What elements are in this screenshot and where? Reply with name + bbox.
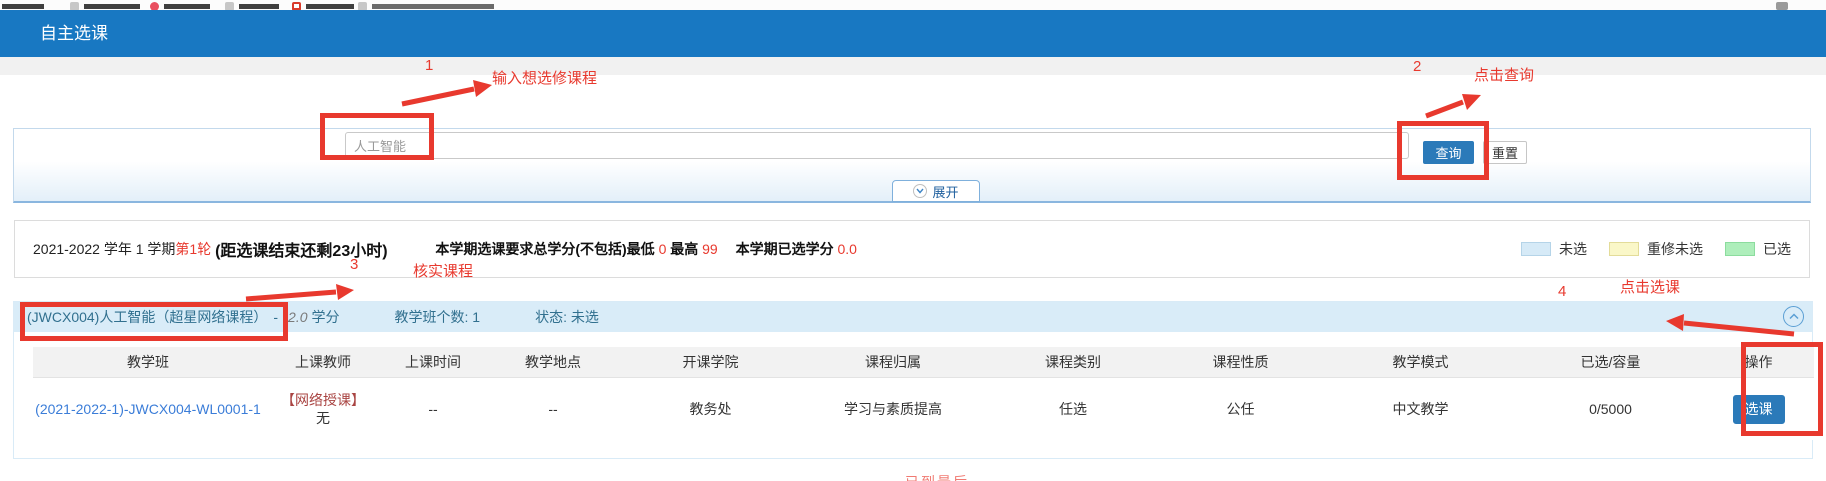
browser-bookmarks-bar xyxy=(0,0,1826,10)
class-code-link[interactable]: (2021-2022-1)-JWCX004-WL0001-1 xyxy=(35,401,261,417)
semester-round: 第1轮 xyxy=(175,241,211,257)
teacher-name: 无 xyxy=(263,409,383,427)
nature-cell: 公任 xyxy=(1158,399,1323,419)
college-cell: 教务处 xyxy=(623,399,798,419)
page-title: 自主选课 xyxy=(40,10,108,57)
clipped-text xyxy=(84,4,140,9)
chevron-up-icon xyxy=(1789,313,1799,320)
annotation-step-number: 4 xyxy=(1558,283,1566,300)
semester-term: 2021-2022 学年 1 学期 xyxy=(33,241,175,257)
course-credit-unit: 学分 xyxy=(312,307,340,327)
expand-label: 展开 xyxy=(932,182,958,201)
query-button[interactable]: 查询 xyxy=(1423,141,1474,164)
col-header: 课程类别 xyxy=(988,352,1158,372)
end-of-list-text: 已到最后 xyxy=(905,472,969,481)
course-status: 状态: 未选 xyxy=(535,307,599,327)
col-header: 教学班 xyxy=(33,352,263,372)
col-header: 上课教师 xyxy=(263,352,383,372)
max-credit-label: 最高 xyxy=(670,241,698,257)
mode-cell: 中文教学 xyxy=(1323,399,1518,419)
page: 自主选课 查询 重置 展开 2021-2022 学年 1 学期第1轮 (距选课结… xyxy=(0,0,1826,481)
legend-label: 已选 xyxy=(1763,239,1791,259)
status-legend: 未选 重修未选 已选 xyxy=(1521,239,1791,259)
bookmark-item[interactable] xyxy=(358,2,494,9)
clipped-text xyxy=(306,4,354,9)
min-credit-value: 0 xyxy=(659,241,667,257)
select-course-button[interactable]: 选课 xyxy=(1733,395,1785,424)
category-cell: 任选 xyxy=(988,399,1158,419)
legend-swatch-unselected xyxy=(1521,242,1551,256)
teaching-mode-tag: 【网络授课】 xyxy=(263,391,383,409)
class-table: 教学班 上课教师 上课时间 教学地点 开课学院 课程归属 课程类别 课程性质 教… xyxy=(33,347,1814,440)
clipped-text xyxy=(239,4,279,9)
browser-extension-icon[interactable] xyxy=(1776,2,1788,10)
header-sub-band xyxy=(0,57,1826,75)
clipped-text xyxy=(372,4,494,9)
col-header: 开课学院 xyxy=(623,352,798,372)
legend-swatch-selected xyxy=(1725,242,1755,256)
course-class-count: 教学班个数: 1 xyxy=(395,307,481,327)
bookmark-item[interactable] xyxy=(70,2,140,9)
bookmark-item[interactable] xyxy=(292,2,354,9)
course-header-bar[interactable]: (JWCX004)人工智能（超星网络课程） - 2.0 学分 教学班个数: 1 … xyxy=(14,302,1812,332)
clipped-text xyxy=(2,4,44,9)
expand-toggle[interactable]: 展开 xyxy=(892,180,980,202)
bookmark-item[interactable] xyxy=(150,2,210,9)
course-title-separator: - xyxy=(273,309,278,325)
course-credit-value: 2.0 xyxy=(288,309,307,325)
selected-credit-value: 0.0 xyxy=(838,241,857,257)
page-header: 自主选课 xyxy=(0,10,1826,57)
col-header: 教学模式 xyxy=(1323,352,1518,372)
reset-button[interactable]: 重置 xyxy=(1483,141,1527,164)
bookmark-item[interactable] xyxy=(2,4,44,9)
col-header: 课程性质 xyxy=(1158,352,1323,372)
course-title: (JWCX004)人工智能（超星网络课程） xyxy=(27,307,267,327)
class-place-cell: -- xyxy=(483,401,623,417)
table-header-row: 教学班 上课教师 上课时间 教学地点 开课学院 课程归属 课程类别 课程性质 教… xyxy=(33,347,1814,378)
col-header: 课程归属 xyxy=(798,352,988,372)
table-row: (2021-2022-1)-JWCX004-WL0001-1 【网络授课】 无 … xyxy=(33,378,1814,440)
legend-label: 未选 xyxy=(1559,239,1587,259)
teacher-cell: 【网络授课】 无 xyxy=(263,391,383,427)
class-time-cell: -- xyxy=(383,401,483,417)
clipped-text xyxy=(164,4,210,9)
capacity-cell: 0/5000 xyxy=(1518,401,1703,417)
legend-item-selected: 已选 xyxy=(1725,239,1791,259)
col-header: 已选/容量 xyxy=(1518,352,1703,372)
legend-swatch-retake xyxy=(1609,242,1639,256)
semester-info-bar: 2021-2022 学年 1 学期第1轮 (距选课结束还剩23小时) 本学期选课… xyxy=(14,220,1810,278)
legend-item-retake: 重修未选 xyxy=(1609,239,1703,259)
credit-requirement-label: 本学期选课要求总学分(不包括)最低 xyxy=(435,241,654,257)
collapse-course-button[interactable] xyxy=(1783,306,1804,327)
legend-item-unselected: 未选 xyxy=(1521,239,1587,259)
semester-deadline: (距选课结束还剩23小时) xyxy=(215,243,387,260)
semester-info-text: 2021-2022 学年 1 学期第1轮 (距选课结束还剩23小时) 本学期选课… xyxy=(33,237,857,261)
col-header: 操作 xyxy=(1703,352,1814,372)
col-header: 上课时间 xyxy=(383,352,483,372)
col-header: 教学地点 xyxy=(483,352,623,372)
course-search-input[interactable] xyxy=(345,132,1409,159)
chevron-down-icon xyxy=(913,184,927,198)
course-section: (JWCX004)人工智能（超星网络课程） - 2.0 学分 教学班个数: 1 … xyxy=(13,301,1813,459)
belong-cell: 学习与素质提高 xyxy=(798,399,988,419)
max-credit-value: 99 xyxy=(702,241,718,257)
bookmark-item[interactable] xyxy=(225,2,279,9)
selected-credit-label: 本学期已选学分 xyxy=(736,241,834,257)
annotation-step-text: 点击选课 xyxy=(1620,276,1680,297)
legend-label: 重修未选 xyxy=(1647,239,1703,259)
